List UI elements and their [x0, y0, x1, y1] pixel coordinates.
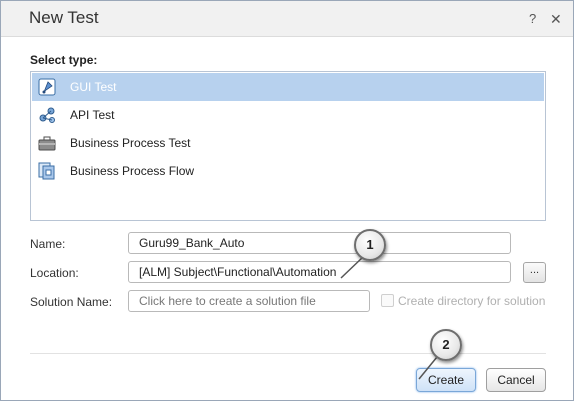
business-process-flow-icon	[36, 160, 58, 182]
type-item-business-process-test[interactable]: Business Process Test	[32, 129, 544, 157]
browse-button[interactable]: ...	[523, 262, 546, 283]
new-test-dialog: New Test ? ✕ Select type: GUI Test API T…	[0, 0, 574, 401]
type-item-business-process-flow[interactable]: Business Process Flow	[32, 157, 544, 185]
business-process-test-icon	[36, 132, 58, 154]
cancel-button[interactable]: Cancel	[486, 368, 546, 392]
type-item-api-test[interactable]: API Test	[32, 101, 544, 129]
name-field[interactable]: Guru99_Bank_Auto	[128, 232, 511, 254]
api-test-icon	[36, 104, 58, 126]
gui-test-icon	[36, 76, 58, 98]
solution-name-field[interactable]: Click here to create a solution file	[128, 290, 370, 312]
location-field[interactable]: [ALM] Subject\Functional\Automation	[128, 261, 511, 283]
create-directory-checkbox[interactable]	[381, 294, 394, 307]
type-item-label: Business Process Flow	[70, 164, 195, 178]
help-icon[interactable]: ?	[529, 11, 536, 26]
type-item-label: API Test	[70, 108, 115, 122]
callout-1: 1	[354, 229, 386, 261]
dialog-titlebar: New Test ? ✕	[1, 1, 573, 37]
callout-2: 2	[430, 329, 462, 361]
close-icon[interactable]: ✕	[550, 11, 562, 28]
name-label: Name:	[30, 237, 66, 251]
type-item-label: GUI Test	[70, 80, 117, 94]
type-item-label: Business Process Test	[70, 136, 191, 150]
solution-name-label: Solution Name:	[30, 295, 113, 309]
location-label: Location:	[30, 266, 79, 280]
footer-divider	[30, 353, 546, 354]
test-type-list: GUI Test API Test Business Process Test …	[30, 71, 546, 221]
type-item-gui-test[interactable]: GUI Test	[32, 73, 544, 101]
dialog-title: New Test	[29, 8, 99, 27]
create-button[interactable]: Create	[416, 368, 476, 392]
select-type-label: Select type:	[30, 53, 98, 67]
create-directory-label: Create directory for solution	[398, 294, 546, 308]
